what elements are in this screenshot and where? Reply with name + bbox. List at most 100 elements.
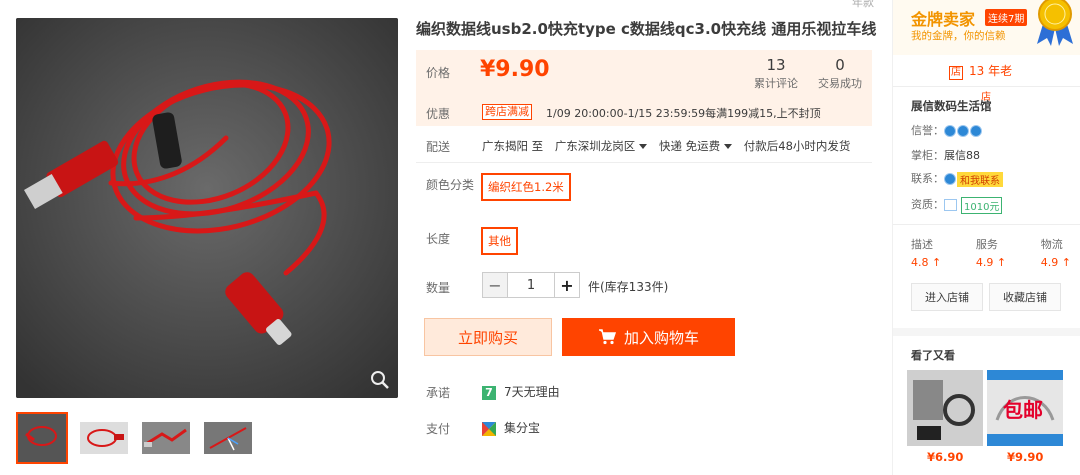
promo-label: 优惠 — [426, 107, 451, 121]
promotion-row: 优惠 跨店满减 1/09 20:00:00-1/15 23:59:59每满199… — [416, 98, 872, 126]
contact-seller-button[interactable]: 和我联系 — [957, 171, 1003, 187]
shipping-destination[interactable]: 广东深圳龙岗区 — [555, 139, 636, 153]
contact-row: 联系： 和我联系 — [911, 170, 1003, 187]
shop-name[interactable]: 展信数码生活馆 — [911, 98, 992, 114]
thumbnail-image — [142, 422, 190, 454]
contact-label: 联系： — [911, 172, 944, 185]
price-label: 价格 — [426, 66, 451, 80]
score-logistics: 物流 4.9 ↑ — [1041, 236, 1071, 269]
recommend-price-1: ¥6.90 — [927, 450, 964, 464]
license-icon[interactable] — [944, 199, 957, 211]
score-description: 描述 4.8 ↑ — [911, 236, 941, 269]
price-panel: 价格 ¥9.90 13 累计评论 0 交易成功 — [416, 50, 872, 98]
price-value: ¥9.90 — [480, 57, 550, 82]
section-gap — [893, 328, 1080, 336]
divider — [893, 224, 1080, 225]
length-label: 长度 — [426, 232, 451, 246]
promise-item[interactable]: 7 7天无理由 — [482, 383, 560, 400]
cable-photo — [16, 18, 398, 398]
gold-seller-title: 金牌卖家 — [911, 10, 976, 29]
qualification-row: 资质： 1010元 — [911, 196, 1003, 214]
score-value: 4.8 ↑ — [911, 256, 942, 269]
promo-tag[interactable]: 跨店满减 — [482, 104, 532, 120]
color-option-selected[interactable]: 编织红色1.2米 — [481, 173, 571, 201]
shipping-express[interactable]: 快递 免运费 — [659, 139, 720, 153]
shop-scores: 描述 4.8 ↑ 服务 4.9 ↑ 物流 4.9 ↑ — [911, 236, 1071, 269]
recommend-image — [907, 370, 983, 446]
quantity-stepper: − 1 + — [482, 272, 580, 298]
promise-label: 承诺 — [426, 386, 451, 400]
free-shipping-overlay: 包邮 — [1003, 398, 1043, 422]
credit-row: 信誉： — [911, 122, 983, 138]
color-label: 颜色分类 — [426, 178, 475, 192]
quantity-decrease-button[interactable]: − — [482, 272, 508, 298]
keeper-label: 掌柜： — [911, 149, 944, 162]
shop-years-text: 13 年老 — [969, 64, 1013, 78]
quantity-input[interactable]: 1 — [508, 272, 554, 298]
title-cutoff-text: 年款 — [852, 0, 874, 9]
keeper-row: 掌柜：展信88 — [911, 147, 980, 163]
stock-text: 件(库存133件) — [588, 280, 669, 294]
recommend-item-2[interactable]: 包邮 — [987, 370, 1063, 446]
payment-item: 集分宝 — [482, 419, 540, 436]
recommend-price-2: ¥9.90 — [1007, 450, 1044, 464]
chevron-down-icon[interactable] — [724, 143, 733, 149]
jifenbao-icon — [482, 421, 496, 436]
shipping-label: 配送 — [426, 140, 451, 154]
wangwang-icon[interactable] — [944, 173, 956, 185]
deals-stat: 0 交易成功 — [818, 56, 862, 91]
add-to-cart-label: 加入购物车 — [623, 328, 699, 347]
thumbnail-strip — [16, 412, 254, 464]
thumbnail-image — [204, 422, 252, 454]
promise-text: 7天无理由 — [504, 385, 560, 399]
payment-label: 支付 — [426, 422, 451, 436]
thumbnail-image — [18, 414, 66, 462]
main-product-image[interactable] — [16, 18, 398, 398]
keeper-name[interactable]: 展信88 — [944, 149, 980, 162]
seven-day-icon: 7 — [482, 385, 496, 400]
thumbnail-1[interactable] — [16, 412, 68, 464]
payment-text: 集分宝 — [504, 421, 541, 435]
deposit-badge[interactable]: 1010元 — [961, 196, 1003, 214]
qualification-label: 资质： — [911, 198, 944, 211]
chevron-down-icon[interactable] — [639, 143, 648, 149]
cart-icon — [598, 329, 616, 345]
score-label: 描述 — [911, 238, 933, 251]
shipping-info: 广东揭阳 至 广东深圳龙岗区 快递 免运费 付款后48小时内发货 — [482, 138, 850, 154]
zoom-icon[interactable] — [370, 370, 390, 390]
recommend-item-1[interactable] — [907, 370, 983, 446]
promo-text: 1/09 20:00:00-1/15 23:59:59每满199减15,上不封顶 — [546, 107, 821, 120]
score-label: 服务 — [975, 238, 998, 251]
shop-years: 店 13 年老 — [949, 62, 1012, 80]
favorite-shop-button[interactable]: 收藏店铺 — [989, 283, 1061, 311]
thumbnail-4[interactable] — [202, 412, 254, 464]
divider — [893, 86, 1080, 87]
reviews-stat[interactable]: 13 累计评论 — [754, 56, 798, 91]
credit-label: 信誉： — [911, 124, 944, 137]
buy-now-button[interactable]: 立即购买 — [424, 318, 552, 356]
enter-shop-button[interactable]: 进入店铺 — [911, 283, 983, 311]
store-icon: 店 — [949, 66, 963, 80]
gold-medal-icon — [1037, 0, 1073, 46]
score-service: 服务 4.9 ↑ — [976, 236, 1006, 269]
score-label: 物流 — [1040, 238, 1063, 251]
add-to-cart-button[interactable]: 加入购物车 — [562, 318, 735, 356]
seller-sidebar: 金牌卖家 连续7期 我的金牌，你的信赖 店 13 年老 店 展信数码生活馆 信誉：… — [892, 0, 1080, 475]
streak-badge: 连续7期 — [985, 9, 1028, 26]
reviews-count: 13 — [766, 56, 786, 74]
diamond-icon — [944, 125, 956, 137]
gold-seller-slogan: 我的金牌，你的信赖 — [911, 30, 1006, 42]
thumbnail-3[interactable] — [140, 412, 192, 464]
length-option-selected[interactable]: 其他 — [481, 227, 518, 255]
diamond-icon — [970, 125, 982, 137]
reviews-label: 累计评论 — [754, 77, 798, 90]
deals-count: 0 — [835, 56, 845, 74]
shipping-note: 付款后48小时内发货 — [743, 139, 851, 153]
quantity-label: 数量 — [426, 281, 451, 295]
score-value: 4.9 ↑ — [975, 256, 1007, 269]
recommend-title: 看了又看 — [911, 349, 955, 362]
quantity-increase-button[interactable]: + — [554, 272, 580, 298]
thumbnail-image — [80, 422, 128, 454]
deals-label: 交易成功 — [818, 77, 862, 90]
thumbnail-2[interactable] — [78, 412, 130, 464]
